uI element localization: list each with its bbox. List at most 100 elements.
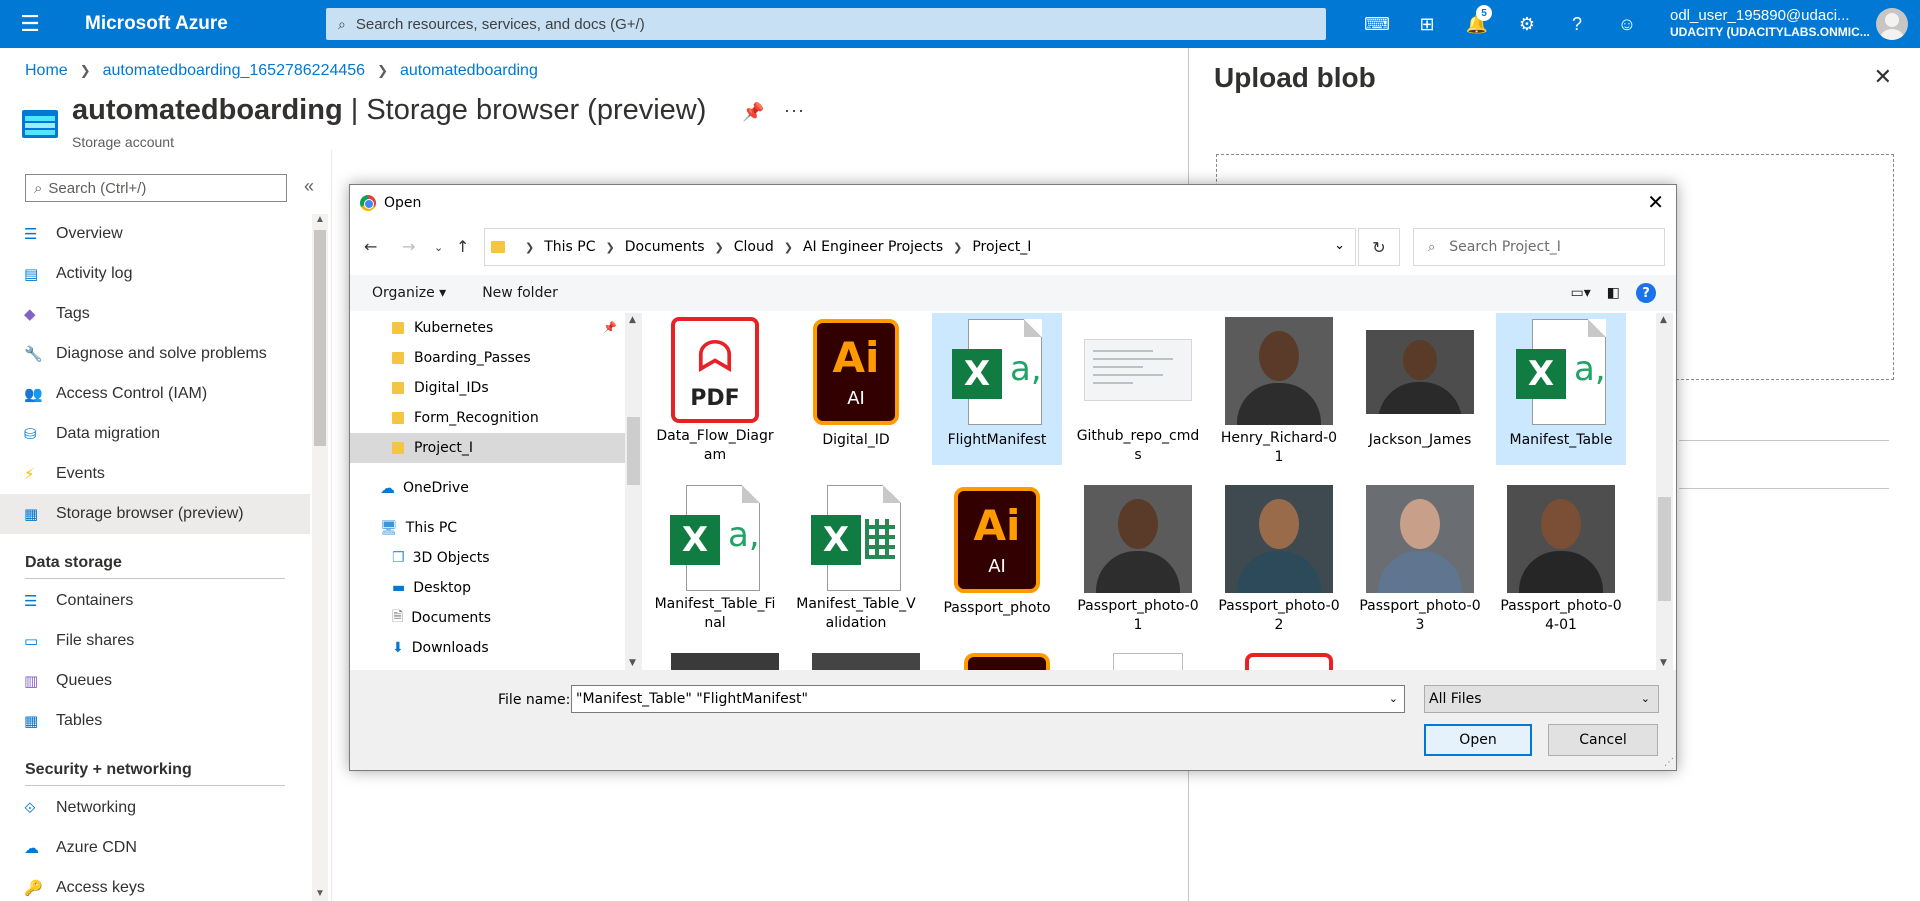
up-arrow-icon[interactable]: ↑: [456, 237, 469, 256]
directory-filter-icon[interactable]: ⊞: [1402, 0, 1452, 48]
file-item-henry-richard[interactable]: Henry_Richard-01: [1214, 313, 1344, 465]
tree-item-kubernetes[interactable]: Kubernetes 📌: [350, 313, 625, 343]
close-icon[interactable]: ✕: [1647, 190, 1664, 214]
nav-search-input[interactable]: ⌕ Search (Ctrl+/): [25, 174, 287, 202]
tree-item-form-recognition[interactable]: Form_Recognition: [350, 403, 625, 433]
nav-item-events[interactable]: ⚡ Events: [0, 454, 310, 494]
scrollbar-thumb[interactable]: [314, 230, 326, 446]
cloud-shell-icon[interactable]: ⌨: [1352, 0, 1402, 48]
scrollbar-thumb[interactable]: [627, 417, 640, 485]
global-search-input[interactable]: ⌕ Search resources, services, and docs (…: [326, 8, 1326, 40]
resize-grip-icon[interactable]: ⋰: [1664, 757, 1674, 768]
address-bar[interactable]: ❯ This PC ❯ Documents ❯ Cloud ❯ AI Engin…: [484, 228, 1356, 266]
feedback-icon[interactable]: ☺: [1602, 0, 1652, 48]
tree-item-boarding-passes[interactable]: Boarding_Passes: [350, 343, 625, 373]
file-item-github-repo-cmds[interactable]: Github_repo_cmds: [1073, 313, 1203, 465]
nav-item-overview[interactable]: ☰ Overview: [0, 214, 310, 254]
tree-scrollbar[interactable]: ▲ ▼: [625, 313, 642, 670]
nav-item-diagnose[interactable]: 🔧 Diagnose and solve problems: [0, 334, 310, 374]
file-item-passport-photo-02[interactable]: Passport_photo-02: [1214, 481, 1344, 633]
forward-arrow-icon[interactable]: →: [402, 237, 415, 256]
nav-item-networking[interactable]: ⟐ Networking: [0, 788, 310, 828]
file-item-partial[interactable]: [660, 653, 790, 670]
tree-item-project-i[interactable]: Project_I: [350, 433, 625, 463]
file-item-passport-photo-04-01[interactable]: Passport_photo-04-01: [1496, 481, 1626, 633]
nav-item-data-migration[interactable]: ⛁ Data migration: [0, 414, 310, 454]
file-item-manifest-table[interactable]: Xa, Manifest_Table: [1496, 313, 1626, 465]
cancel-button[interactable]: Cancel: [1548, 724, 1658, 756]
nav-item-activity-log[interactable]: ▤ Activity log: [0, 254, 310, 294]
tree-item-3d-objects[interactable]: ❒ 3D Objects: [350, 543, 625, 573]
folder-search-input[interactable]: ⌕ Search Project_I: [1413, 228, 1665, 266]
nav-scrollbar[interactable]: ▲ ▼: [312, 214, 328, 901]
collapse-nav-icon[interactable]: «: [304, 176, 314, 197]
nav-item-access-control[interactable]: 👥 Access Control (IAM): [0, 374, 310, 414]
new-folder-button[interactable]: New folder: [482, 285, 558, 301]
scroll-down-icon[interactable]: ▼: [1660, 658, 1667, 668]
file-item-jackson-james[interactable]: Jackson_James: [1355, 313, 1485, 465]
file-item-passport-photo[interactable]: Ai AI Passport_photo: [932, 481, 1062, 633]
scroll-up-icon[interactable]: ▲: [629, 315, 636, 325]
file-item-partial[interactable]: [1083, 653, 1213, 670]
nav-item-access-keys[interactable]: 🔑 Access keys: [0, 868, 310, 901]
refresh-icon[interactable]: ↻: [1358, 228, 1400, 266]
hamburger-menu-icon[interactable]: ☰: [0, 0, 60, 48]
scroll-down-icon[interactable]: ▼: [315, 888, 325, 899]
scrollbar-thumb[interactable]: [1658, 497, 1671, 601]
path-segment[interactable]: Cloud: [734, 239, 774, 255]
back-arrow-icon[interactable]: ←: [364, 237, 377, 256]
path-segment[interactable]: Project_I: [972, 239, 1031, 255]
file-item-partial[interactable]: [1224, 653, 1354, 670]
nav-item-file-shares[interactable]: ▭ File shares: [0, 621, 310, 661]
file-item-passport-photo-03[interactable]: Passport_photo-03: [1355, 481, 1485, 633]
help-icon[interactable]: ?: [1552, 0, 1602, 48]
chevron-down-icon[interactable]: ⌄: [1334, 238, 1345, 253]
path-segment[interactable]: AI Engineer Projects: [803, 239, 943, 255]
pin-icon[interactable]: 📌: [742, 102, 764, 123]
scroll-down-icon[interactable]: ▼: [629, 658, 636, 668]
nav-item-tags[interactable]: ◆ Tags: [0, 294, 310, 334]
file-item-passport-photo-01[interactable]: Passport_photo-01: [1073, 481, 1203, 633]
nav-item-azure-cdn[interactable]: ☁ Azure CDN: [0, 828, 310, 868]
files-scrollbar[interactable]: ▲ ▼: [1656, 313, 1673, 670]
breadcrumb-home[interactable]: Home: [25, 62, 68, 80]
file-type-select[interactable]: All Files ⌄: [1424, 685, 1659, 713]
file-item-flightmanifest[interactable]: Xa, FlightManifest: [932, 313, 1062, 465]
path-segment[interactable]: This PC: [544, 239, 595, 255]
file-item-data-flow-diagram[interactable]: ᗣ PDF Data_Flow_Diagram: [650, 313, 780, 465]
file-item-partial[interactable]: [942, 653, 1072, 670]
brand-title[interactable]: Microsoft Azure: [85, 13, 325, 35]
preview-pane-icon[interactable]: ◧: [1607, 285, 1620, 301]
notifications-bell-icon[interactable]: 🔔 5: [1452, 0, 1502, 48]
tree-item-digital-ids[interactable]: Digital_IDs: [350, 373, 625, 403]
open-button[interactable]: Open: [1424, 724, 1532, 756]
file-item-partial[interactable]: [801, 653, 931, 670]
tree-item-this-pc[interactable]: 🖥 This PC: [350, 513, 625, 543]
nav-item-queues[interactable]: ▥ Queues: [0, 661, 310, 701]
tree-item-onedrive[interactable]: ☁ OneDrive: [350, 473, 625, 503]
account-info[interactable]: odl_user_195890@udaci... UDACITY (UDACIT…: [1670, 7, 1870, 41]
file-name-input[interactable]: "Manifest_Table" "FlightManifest" ⌄: [571, 685, 1405, 713]
tree-item-downloads[interactable]: ⬇ Downloads: [350, 633, 625, 663]
avatar[interactable]: [1876, 8, 1908, 40]
close-icon[interactable]: ✕: [1874, 64, 1892, 90]
breadcrumb-resource-group[interactable]: automatedboarding_1652786224456: [103, 62, 365, 80]
organize-menu[interactable]: Organize ▾: [372, 285, 446, 301]
file-item-digital-id[interactable]: Ai AI Digital_ID: [791, 313, 921, 465]
nav-item-tables[interactable]: ▦ Tables: [0, 701, 310, 741]
scroll-up-icon[interactable]: ▲: [1660, 315, 1667, 325]
file-item-manifest-table-validation[interactable]: X Manifest_Table_Validation: [791, 481, 921, 633]
more-options-icon[interactable]: ···: [784, 100, 805, 121]
change-view-icon[interactable]: ▭▾: [1571, 285, 1591, 301]
breadcrumb-storage-account[interactable]: automatedboarding: [400, 62, 538, 80]
recent-locations-chevron-icon[interactable]: ⌄: [434, 241, 443, 254]
tree-item-documents[interactable]: 🗎 Documents: [350, 603, 625, 633]
scroll-up-icon[interactable]: ▲: [315, 214, 325, 225]
chevron-down-icon[interactable]: ⌄: [1389, 692, 1398, 705]
nav-item-storage-browser[interactable]: ▦ Storage browser (preview): [0, 494, 310, 534]
tree-item-desktop[interactable]: ▬ Desktop: [350, 573, 625, 603]
help-icon[interactable]: ?: [1636, 283, 1656, 303]
file-item-manifest-table-final[interactable]: Xa, Manifest_Table_Final: [650, 481, 780, 633]
nav-item-containers[interactable]: ☰ Containers: [0, 581, 310, 621]
path-segment[interactable]: Documents: [625, 239, 705, 255]
